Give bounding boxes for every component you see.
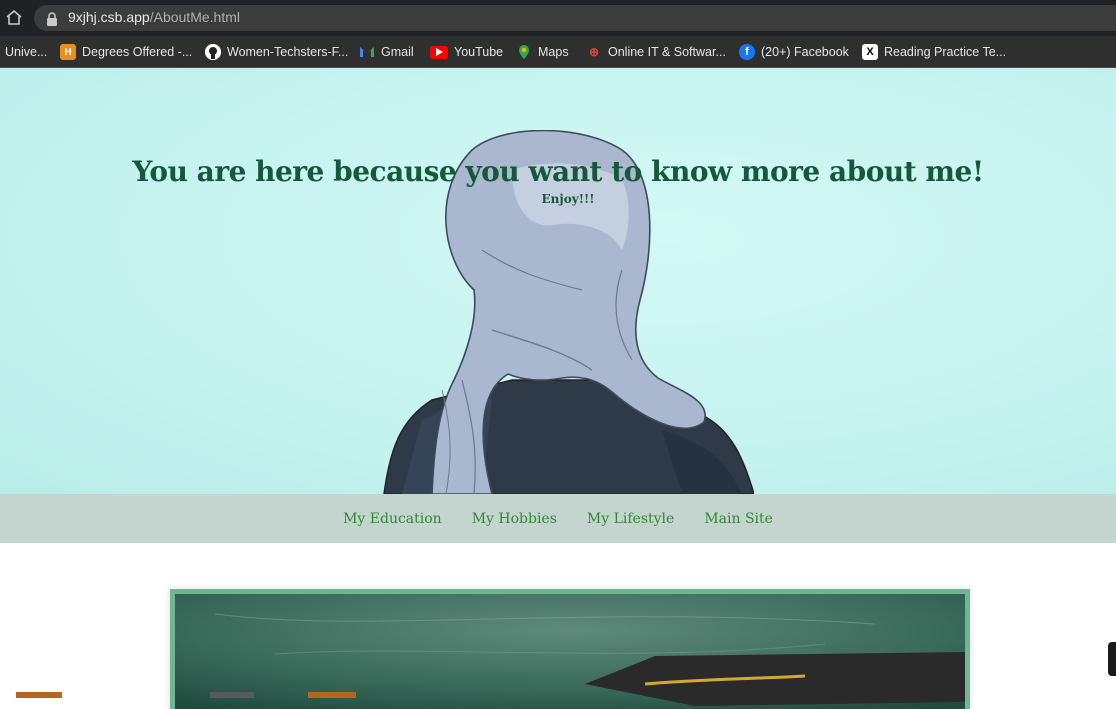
url-text: 9xjhj.csb.app/AboutMe.html (68, 9, 240, 25)
bookmark-label: Unive... (5, 45, 48, 59)
bookmark-item[interactable]: Gmail (359, 42, 414, 62)
nav-link-lifestyle[interactable]: My Lifestyle (587, 511, 674, 527)
bookmark-item[interactable]: f (20+) Facebook (739, 42, 849, 62)
bookmark-label: Degrees Offered -... (82, 45, 193, 59)
bookmark-item[interactable]: Maps (516, 42, 569, 62)
maps-icon (516, 44, 532, 60)
url-path: /AboutMe.html (149, 9, 240, 25)
taskbar-item[interactable] (16, 692, 62, 698)
bookmark-label: YouTube (454, 45, 504, 59)
bookmark-label: Online IT & Softwar... (608, 45, 726, 59)
content-section (0, 543, 1116, 709)
nav-link-main-site[interactable]: Main Site (704, 511, 773, 527)
side-panel-tab[interactable] (1108, 642, 1116, 676)
bookmark-label: (20+) Facebook (761, 45, 849, 59)
facebook-icon: f (739, 44, 755, 60)
page-title: You are here because you want to know mo… (132, 155, 984, 188)
home-icon[interactable] (4, 8, 24, 28)
bookmark-item[interactable]: Unive... (5, 42, 47, 62)
lock-icon (46, 11, 58, 26)
taskbar-item[interactable] (210, 692, 254, 698)
nav-link-education[interactable]: My Education (343, 511, 442, 527)
gmail-icon (359, 44, 375, 60)
online-it-icon: ⊕ (588, 45, 600, 59)
bookmark-item[interactable]: X Reading Practice Te... (862, 42, 1006, 62)
url-field[interactable]: 9xjhj.csb.app/AboutMe.html (34, 5, 1116, 31)
browser-address-bar: 9xjhj.csb.app/AboutMe.html (0, 0, 1116, 36)
education-image-frame (170, 589, 970, 709)
taskbar-item[interactable] (308, 692, 356, 698)
bookmark-label: Reading Practice Te... (884, 45, 1007, 59)
bookmark-item[interactable]: Women-Techsters-F... (205, 42, 348, 62)
bookmark-item[interactable]: ⊕ Online IT & Softwar... (586, 42, 726, 62)
bookmarks-bar: Unive... H Degrees Offered -... Women-Te… (0, 36, 1116, 68)
main-nav: My Education My Hobbies My Lifestyle Mai… (0, 494, 1116, 543)
bookmark-item[interactable]: YouTube (430, 42, 503, 62)
bookmark-label: Women-Techsters-F... (227, 45, 349, 59)
bookmark-label: Gmail (381, 45, 414, 59)
x-icon: X (862, 44, 878, 60)
youtube-icon (430, 45, 448, 59)
bookmark-label: Maps (538, 45, 569, 59)
chalkboard-graduation-image (175, 594, 965, 709)
hero-section: You are here because you want to know mo… (0, 68, 1116, 494)
page-subtitle: Enjoy!!! (541, 192, 595, 206)
url-host: 9xjhj.csb.app (68, 9, 150, 25)
bookmark-item[interactable]: H Degrees Offered -... (60, 42, 192, 62)
nav-link-hobbies[interactable]: My Hobbies (472, 511, 557, 527)
degrees-icon: H (60, 44, 76, 60)
github-icon (205, 44, 221, 60)
